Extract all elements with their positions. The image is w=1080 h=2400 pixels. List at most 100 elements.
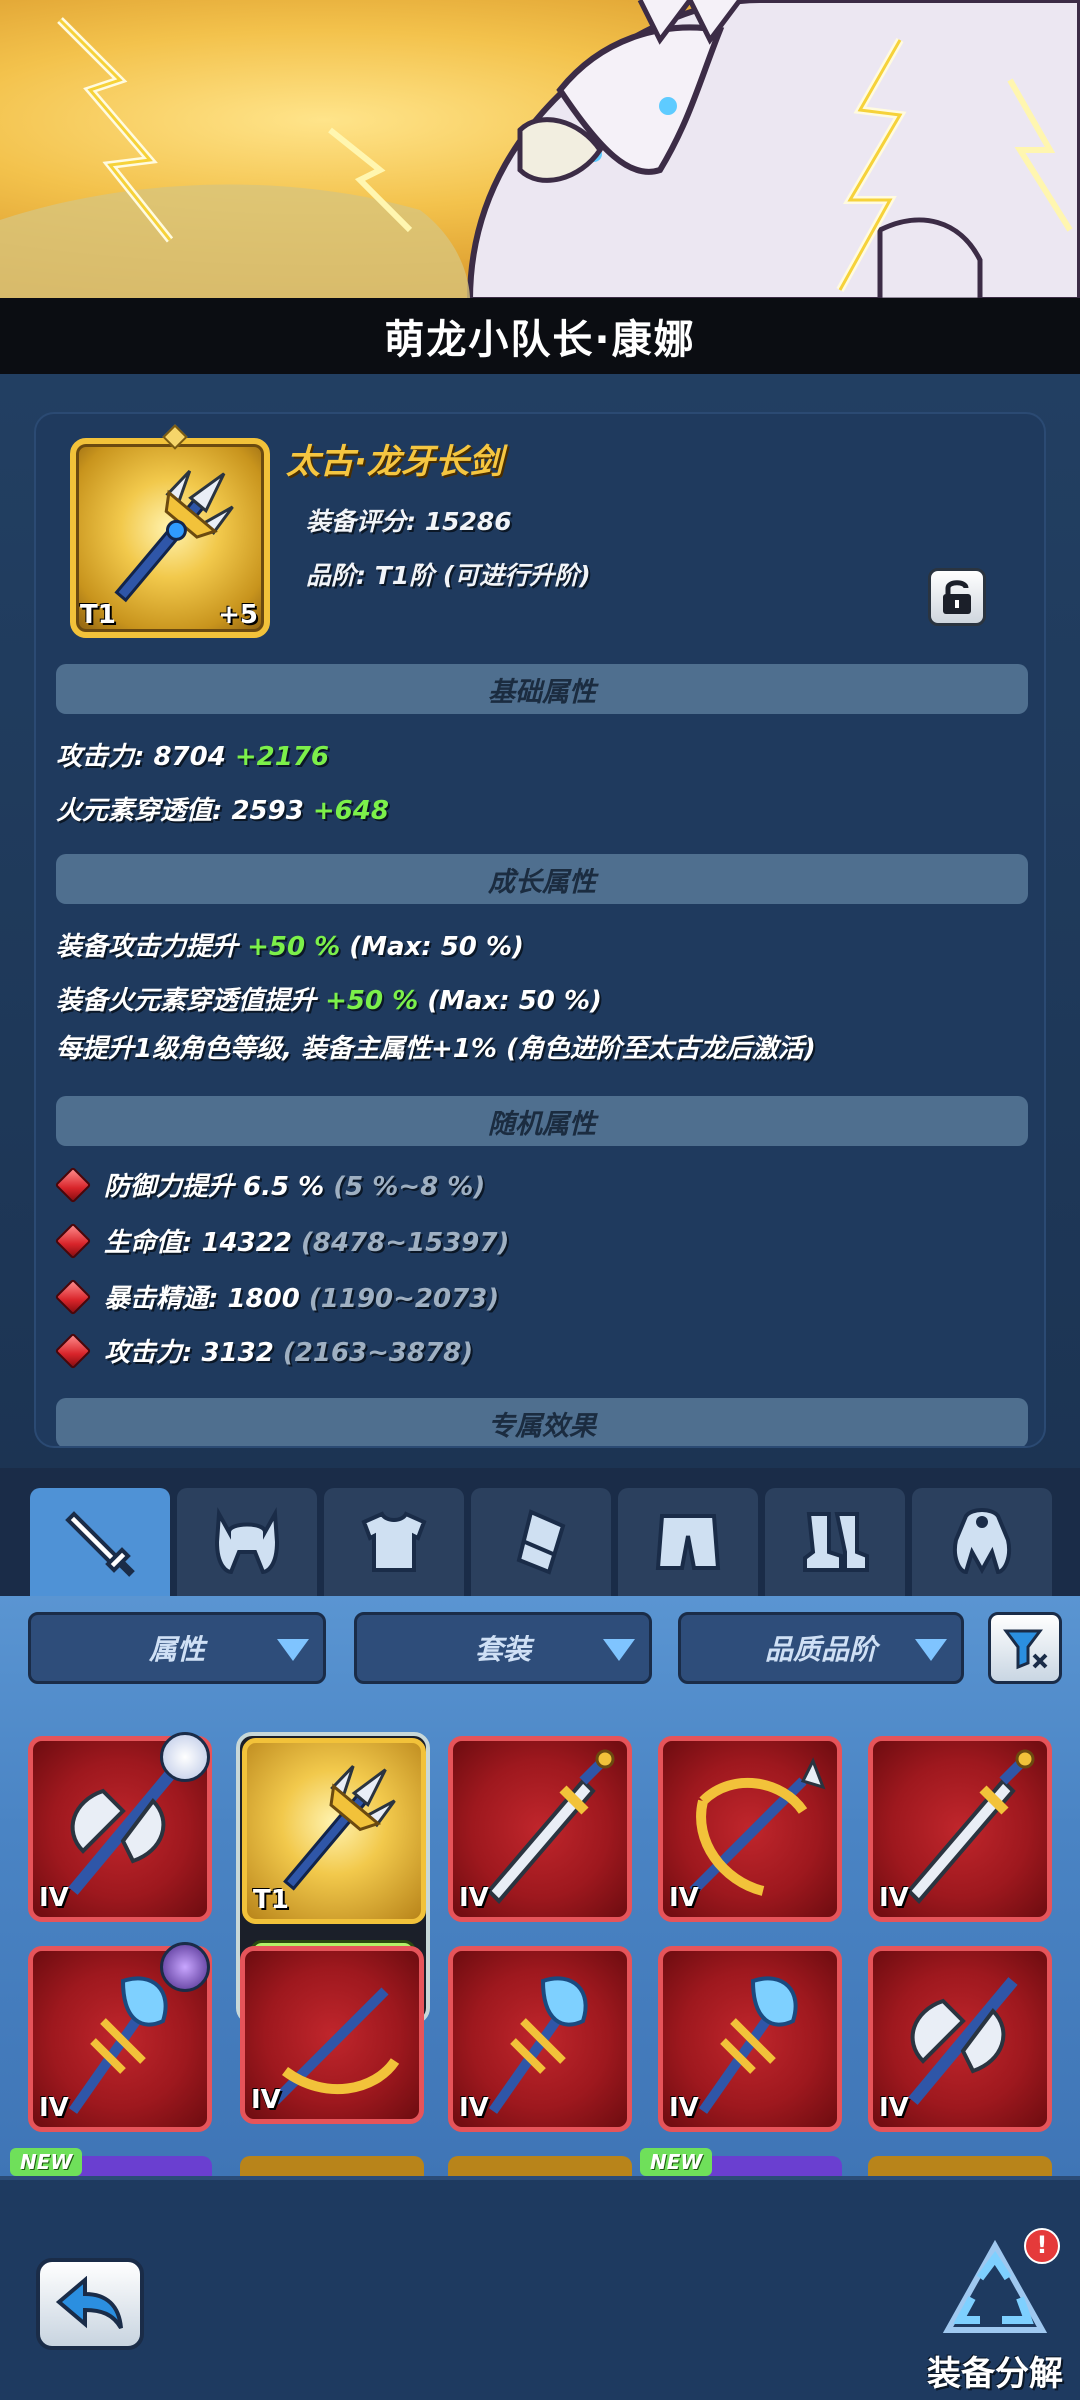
inventory-item-card[interactable]: IV <box>868 1946 1052 2132</box>
random-stat-row: 暴击精通: 1800 (1190~2073) <box>54 1278 500 1315</box>
growth-stat-row: 每提升1级角色等级, 装备主属性+1% (角色进阶至太古龙后激活) <box>56 1028 816 1065</box>
equipment-name: 太古·龙牙长剑 <box>286 442 503 482</box>
equipped-item-icon[interactable]: T1 +5 <box>70 424 270 638</box>
selected-inventory-item-card[interactable]: T1 <box>242 1738 426 1924</box>
tab-armor[interactable] <box>324 1488 464 1596</box>
stat-label: 防御力提升 6.5 % <box>104 1172 334 1202</box>
new-tag: NEW <box>640 2148 713 2176</box>
stat-bonus: +2176 <box>234 742 330 772</box>
filter-clear-icon <box>1003 1629 1048 1670</box>
filter-label: 属性 <box>148 1633 205 1666</box>
section-header-exclusive: 专属效果 <box>56 1398 1028 1446</box>
red-gem-icon <box>54 1278 92 1315</box>
chevron-down-icon <box>603 1639 635 1661</box>
random-stat-row: 防御力提升 6.5 % (5 %~8 %) <box>54 1166 485 1203</box>
stat-label: 攻击力: 8704 <box>56 742 235 772</box>
character-avatar-icon <box>160 1732 210 1782</box>
tab-helmet[interactable] <box>177 1488 317 1596</box>
inventory-item-card[interactable]: IV <box>448 1736 632 1922</box>
random-stat-row: 生命值: 14322 (8478~15397) <box>54 1222 510 1259</box>
item-tier: T1 <box>253 1885 289 1915</box>
armor-icon <box>361 1511 427 1572</box>
attribute-filter-dropdown[interactable]: 属性 <box>28 1612 326 1684</box>
base-stat-row: 攻击力: 8704 +2176 <box>56 736 329 773</box>
inventory-item-card[interactable]: IV <box>868 1736 1052 1922</box>
stat-max: (Max: 50 %) <box>418 986 602 1016</box>
stat-range: (1190~2073) <box>308 1284 500 1314</box>
back-button[interactable] <box>36 2258 144 2350</box>
item-level: IV <box>669 2093 699 2123</box>
stat-label: 装备火元素穿透值提升 <box>56 986 326 1016</box>
section-header-random: 随机属性 <box>56 1096 1028 1146</box>
quality-filter-dropdown[interactable]: 品质品阶 <box>678 1612 964 1684</box>
item-level: IV <box>669 1883 699 1913</box>
character-avatar-icon <box>160 1942 210 1992</box>
equipment-grade: 品阶: T1阶 (可进行升阶) <box>306 561 591 590</box>
bottom-bar <box>0 2176 1080 2400</box>
set-filter-dropdown[interactable]: 套装 <box>354 1612 652 1684</box>
alert-badge: ! <box>1024 2228 1060 2264</box>
red-gem-icon <box>54 1222 92 1259</box>
tab-cape[interactable] <box>912 1488 1052 1596</box>
unlock-icon <box>943 580 971 614</box>
enhance-level: +5 <box>218 600 258 630</box>
character-name: 萌龙小队长·康娜 <box>384 317 696 363</box>
character-title-bar: 萌龙小队长·康娜 <box>0 298 1080 374</box>
tab-bracer[interactable] <box>471 1488 611 1596</box>
item-level: IV <box>459 2093 489 2123</box>
stat-label: 火元素穿透值: 2593 <box>56 796 313 826</box>
inventory-item-card[interactable]: IV <box>658 1946 842 2132</box>
equipment-score: 装备评分: 15286 <box>306 507 512 536</box>
decompose-button[interactable]: ! 装备分解 <box>920 2228 1070 2398</box>
tab-weapon[interactable] <box>30 1488 170 1596</box>
red-gem-icon <box>54 1332 92 1369</box>
stat-label: 攻击力: 3132 <box>104 1338 283 1368</box>
stat-label: 每提升1级角色等级, 装备主属性+1% (角色进阶至太古龙后激活) <box>56 1034 816 1064</box>
stat-range: (8478~15397) <box>300 1228 510 1258</box>
helmet-icon <box>214 1507 280 1575</box>
stat-label: 装备攻击力提升 <box>56 932 248 962</box>
stat-bonus: +648 <box>312 796 389 826</box>
boots-icon <box>803 1512 869 1572</box>
item-level: IV <box>39 1883 69 1913</box>
character-banner-art <box>0 0 1080 300</box>
clear-filter-button[interactable] <box>988 1612 1062 1684</box>
item-level: IV <box>251 2085 281 2115</box>
item-level: IV <box>459 1883 489 1913</box>
chevron-down-icon <box>915 1639 947 1661</box>
base-stat-row: 火元素穿透值: 2593 +648 <box>56 790 389 827</box>
tab-boots[interactable] <box>765 1488 905 1596</box>
decompose-label: 装备分解 <box>927 2354 1063 2394</box>
inventory-item-card[interactable]: IV <box>240 1946 424 2124</box>
stat-max: (Max: 50 %) <box>340 932 524 962</box>
growth-stat-row: 装备攻击力提升 +50 % (Max: 50 %) <box>56 926 524 963</box>
tier-label: T1 <box>80 600 116 630</box>
new-tag: NEW <box>10 2148 83 2176</box>
chevron-down-icon <box>277 1639 309 1661</box>
stat-label: 生命值: 14322 <box>104 1228 301 1258</box>
stat-bonus: +50 % <box>247 932 341 962</box>
stat-bonus: +50 % <box>325 986 419 1016</box>
section-title: 基础属性 <box>488 676 596 708</box>
item-level: IV <box>879 1883 909 1913</box>
stat-range: (2163~3878) <box>282 1338 474 1368</box>
section-title: 成长属性 <box>488 866 596 898</box>
filter-label: 套装 <box>474 1633 531 1666</box>
growth-stat-row: 装备火元素穿透值提升 +50 % (Max: 50 %) <box>56 980 602 1017</box>
pants-icon <box>655 1514 721 1570</box>
lock-button[interactable] <box>928 568 986 626</box>
cape-icon <box>953 1508 1011 1575</box>
sword-icon <box>65 1511 135 1577</box>
section-header-base: 基础属性 <box>56 664 1028 714</box>
random-stat-row: 攻击力: 3132 (2163~3878) <box>54 1332 474 1369</box>
bracer-icon <box>516 1509 566 1575</box>
back-arrow-icon <box>55 2276 123 2330</box>
red-gem-icon <box>54 1166 92 1203</box>
section-title: 随机属性 <box>488 1108 596 1140</box>
tab-pants[interactable] <box>618 1488 758 1596</box>
inventory-item-card[interactable]: IV <box>658 1736 842 1922</box>
inventory-item-card[interactable]: IV <box>448 1946 632 2132</box>
item-level: IV <box>39 2093 69 2123</box>
filter-label: 品质品阶 <box>764 1633 877 1666</box>
section-title: 专属效果 <box>488 1410 596 1442</box>
